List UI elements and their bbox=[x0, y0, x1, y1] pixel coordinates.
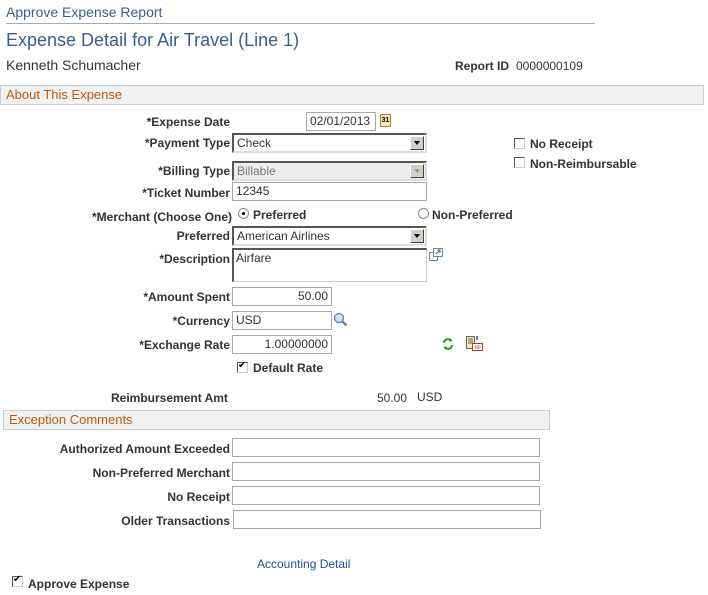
merchant-label: *Merchant (Choose One) bbox=[91, 210, 232, 224]
exception-comments-section-header[interactable]: Exception Comments bbox=[3, 410, 550, 430]
no-receipt-label: No Receipt bbox=[530, 137, 593, 151]
refresh-icon[interactable] bbox=[441, 337, 455, 351]
employee-name: Kenneth Schumacher bbox=[6, 57, 141, 73]
billing-type-label: *Billing Type bbox=[158, 164, 230, 178]
authorized-amount-exceeded-label: Authorized Amount Exceeded bbox=[59, 442, 230, 456]
description-label: *Description bbox=[159, 252, 230, 266]
preferred-merchant-select[interactable]: American Airlines bbox=[232, 226, 427, 246]
no-receipt-checkbox[interactable] bbox=[514, 138, 525, 149]
reimbursement-amt-value: 50.00 bbox=[376, 391, 407, 405]
amount-spent-label: *Amount Spent bbox=[143, 290, 230, 304]
page-title: Expense Detail for Air Travel (Line 1) bbox=[6, 30, 300, 50]
non-preferred-merchant-label: Non-Preferred Merchant bbox=[92, 466, 230, 480]
ticket-number-input[interactable]: 12345 bbox=[232, 182, 427, 201]
expense-date-input[interactable]: 02/01/2013 bbox=[306, 112, 376, 131]
exchange-rate-label: *Exchange Rate bbox=[139, 338, 230, 352]
currency-input[interactable]: USD bbox=[232, 311, 332, 330]
rate-detail-icon[interactable] bbox=[466, 336, 483, 352]
amount-spent-input[interactable]: 50.00 bbox=[232, 287, 332, 306]
non-reimbursable-checkbox[interactable] bbox=[514, 157, 525, 168]
payment-type-value: Check bbox=[237, 136, 272, 150]
expand-icon[interactable] bbox=[429, 248, 443, 261]
default-rate-checkbox[interactable] bbox=[237, 360, 248, 373]
chevron-down-icon[interactable] bbox=[410, 229, 424, 243]
no-receipt-comment-label: No Receipt bbox=[167, 490, 230, 504]
merchant-non-preferred-label: Non-Preferred bbox=[432, 208, 513, 222]
breadcrumb-divider bbox=[6, 23, 595, 24]
expense-date-label: *Expense Date bbox=[146, 115, 230, 129]
accounting-detail-link[interactable]: Accounting Detail bbox=[257, 557, 350, 571]
chevron-down-icon bbox=[410, 164, 424, 178]
no-receipt-comment-input[interactable] bbox=[232, 486, 540, 505]
older-transactions-input[interactable] bbox=[233, 510, 541, 529]
reimbursement-currency: USD bbox=[417, 390, 443, 404]
billing-type-value: Billable bbox=[237, 164, 276, 178]
breadcrumb[interactable]: Approve Expense Report bbox=[6, 4, 162, 20]
authorized-amount-exceeded-input[interactable] bbox=[232, 438, 540, 457]
default-rate-label: Default Rate bbox=[253, 361, 324, 375]
lookup-icon[interactable] bbox=[333, 312, 348, 327]
preferred-merchant-value: American Airlines bbox=[237, 229, 330, 243]
report-id-value: 0000000109 bbox=[516, 59, 583, 73]
currency-label: *Currency bbox=[172, 314, 230, 328]
ticket-number-label: *Ticket Number bbox=[142, 186, 230, 200]
exchange-rate-input[interactable]: 1.00000000 bbox=[232, 335, 332, 354]
payment-type-select[interactable]: Check bbox=[232, 133, 427, 153]
non-preferred-merchant-input[interactable] bbox=[232, 462, 540, 481]
reimbursement-amt-label: Reimbursement Amt bbox=[111, 391, 228, 405]
chevron-down-icon[interactable] bbox=[410, 136, 424, 150]
billing-type-select: Billable bbox=[232, 161, 427, 181]
approve-expense-label: Approve Expense bbox=[28, 577, 130, 591]
merchant-preferred-radio[interactable] bbox=[238, 208, 249, 219]
preferred-merchant-label: Preferred bbox=[176, 229, 230, 243]
about-expense-section-header[interactable]: About This Expense bbox=[0, 85, 704, 105]
calendar-icon[interactable]: 31 bbox=[380, 114, 391, 127]
merchant-non-preferred-radio[interactable] bbox=[418, 208, 429, 219]
older-transactions-label: Older Transactions bbox=[121, 514, 230, 528]
report-id-label: Report ID bbox=[455, 59, 509, 73]
merchant-preferred-label: Preferred bbox=[253, 208, 307, 222]
payment-type-label: *Payment Type bbox=[144, 136, 230, 150]
approve-expense-checkbox[interactable] bbox=[12, 574, 23, 587]
description-textarea[interactable]: Airfare bbox=[232, 248, 427, 282]
non-reimbursable-label: Non-Reimbursable bbox=[530, 157, 637, 171]
